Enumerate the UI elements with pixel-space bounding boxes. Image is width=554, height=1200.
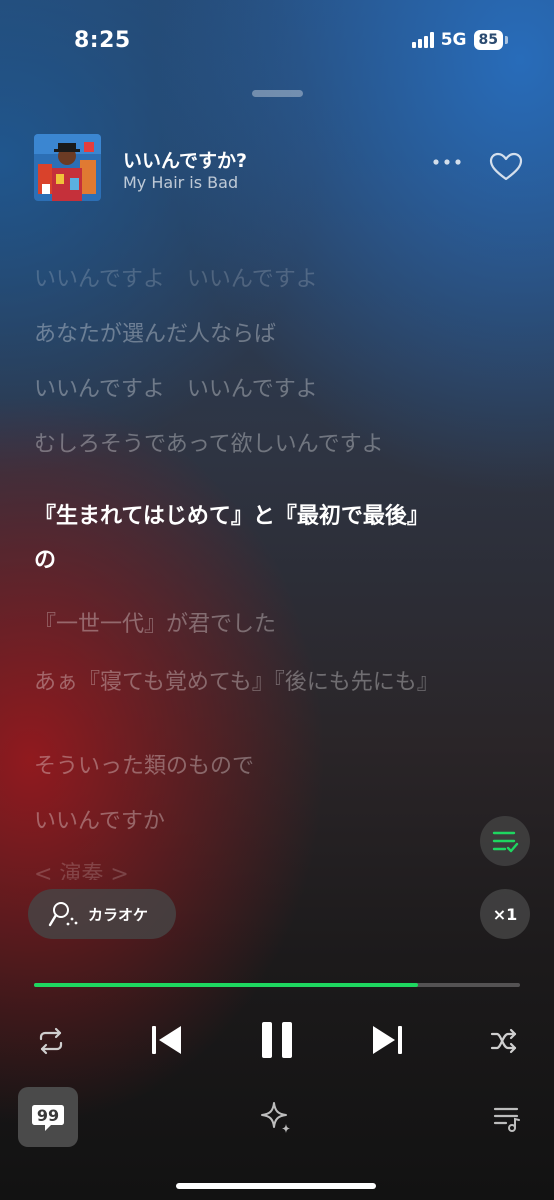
skip-previous-icon[interactable] bbox=[150, 1022, 184, 1058]
heart-icon[interactable] bbox=[489, 152, 523, 182]
pause-icon[interactable] bbox=[258, 1020, 296, 1060]
lyric-line[interactable]: あなたが選んだ人ならば bbox=[34, 318, 474, 352]
repeat-icon[interactable] bbox=[36, 1026, 66, 1056]
lyrics-quote-icon: 99 bbox=[32, 1105, 64, 1131]
playlist-icon[interactable] bbox=[492, 1103, 522, 1133]
shuffle-icon[interactable] bbox=[489, 1026, 519, 1056]
microphone-icon bbox=[48, 902, 78, 927]
home-indicator[interactable] bbox=[176, 1183, 376, 1189]
karaoke-button[interactable]: カラオケ bbox=[28, 889, 176, 939]
skip-next-icon[interactable] bbox=[370, 1022, 404, 1058]
lyric-line[interactable]: いいんですか bbox=[34, 805, 474, 839]
more-dots-icon[interactable] bbox=[432, 156, 462, 168]
queue-button[interactable] bbox=[480, 816, 530, 866]
karaoke-label: カラオケ bbox=[88, 905, 149, 924]
sparkle-icon[interactable] bbox=[258, 1099, 294, 1135]
playback-speed-button[interactable]: ×1 bbox=[480, 889, 530, 939]
battery-icon: 85 bbox=[473, 30, 503, 50]
network-type: 5G bbox=[440, 30, 467, 50]
progress-fill bbox=[34, 983, 418, 987]
battery-tip bbox=[505, 36, 508, 44]
svg-text:99: 99 bbox=[37, 1106, 59, 1125]
lyric-line-active[interactable]: 『生まれてはじめて』と『最初で最後』の bbox=[34, 495, 424, 583]
progress-bar[interactable] bbox=[34, 983, 520, 987]
lyric-line[interactable]: いいんですよ いいんですよ bbox=[34, 263, 474, 297]
sheet-drag-handle[interactable] bbox=[252, 90, 303, 97]
lyric-line[interactable]: < 演奏 > bbox=[34, 858, 474, 880]
status-time: 8:25 bbox=[74, 28, 131, 53]
album-art[interactable] bbox=[34, 134, 101, 201]
lyric-line[interactable]: そういった類のもので bbox=[34, 750, 474, 784]
track-artist[interactable]: My Hair is Bad bbox=[123, 173, 238, 192]
queue-check-icon bbox=[492, 831, 519, 853]
lyric-line[interactable]: むしろそうであって欲しいんですよ bbox=[34, 428, 474, 462]
status-indicators: 5G 85 bbox=[411, 30, 508, 50]
track-title: いいんですか? bbox=[123, 150, 248, 172]
signal-icon bbox=[411, 32, 434, 48]
lyrics-button[interactable]: 99 bbox=[18, 1087, 78, 1147]
lyric-line[interactable]: 『一世一代』が君でした bbox=[34, 608, 474, 642]
lyric-line[interactable]: あぁ『寝ても覚めても』『後にも先にも』 bbox=[34, 666, 444, 700]
lyric-line[interactable]: いいんですよ いいんですよ bbox=[34, 373, 474, 407]
